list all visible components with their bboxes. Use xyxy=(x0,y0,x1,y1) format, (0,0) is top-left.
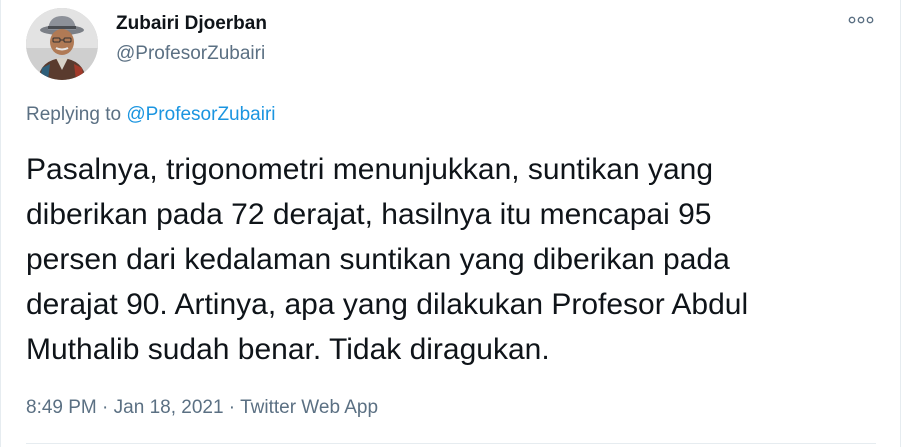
user-handle[interactable]: @ProfesorZubairi xyxy=(116,42,267,66)
tweet-card: Zubairi Djoerban @ProfesorZubairi Replyi… xyxy=(0,0,901,447)
author-block: Zubairi Djoerban @ProfesorZubairi xyxy=(116,12,267,66)
tweet-meta: 8:49 PM · Jan 18, 2021 · Twitter Web App xyxy=(26,396,378,420)
tweet-text: Pasalnya, trigonometri menunjukkan, sunt… xyxy=(26,153,749,366)
more-options-button[interactable] xyxy=(844,10,878,30)
tweet-date-link[interactable]: Jan 18, 2021 xyxy=(114,397,224,418)
display-name[interactable]: Zubairi Djoerban xyxy=(116,12,267,36)
tweet-header: Zubairi Djoerban @ProfesorZubairi xyxy=(26,8,886,80)
replying-to-mention-link[interactable]: @ProfesorZubairi xyxy=(126,104,275,125)
more-options-icon xyxy=(848,16,874,24)
tweet-source-link[interactable]: Twitter Web App xyxy=(240,397,378,418)
replying-to-label: Replying to xyxy=(26,104,127,125)
divider xyxy=(26,443,876,444)
tweet-time-link[interactable]: 8:49 PM xyxy=(26,397,97,418)
replying-to: Replying to @ProfesorZubairi xyxy=(26,103,276,127)
meta-separator: · xyxy=(96,397,114,418)
profile-photo-icon xyxy=(26,8,98,80)
meta-separator-2: · xyxy=(223,397,241,418)
avatar[interactable] xyxy=(26,8,98,80)
